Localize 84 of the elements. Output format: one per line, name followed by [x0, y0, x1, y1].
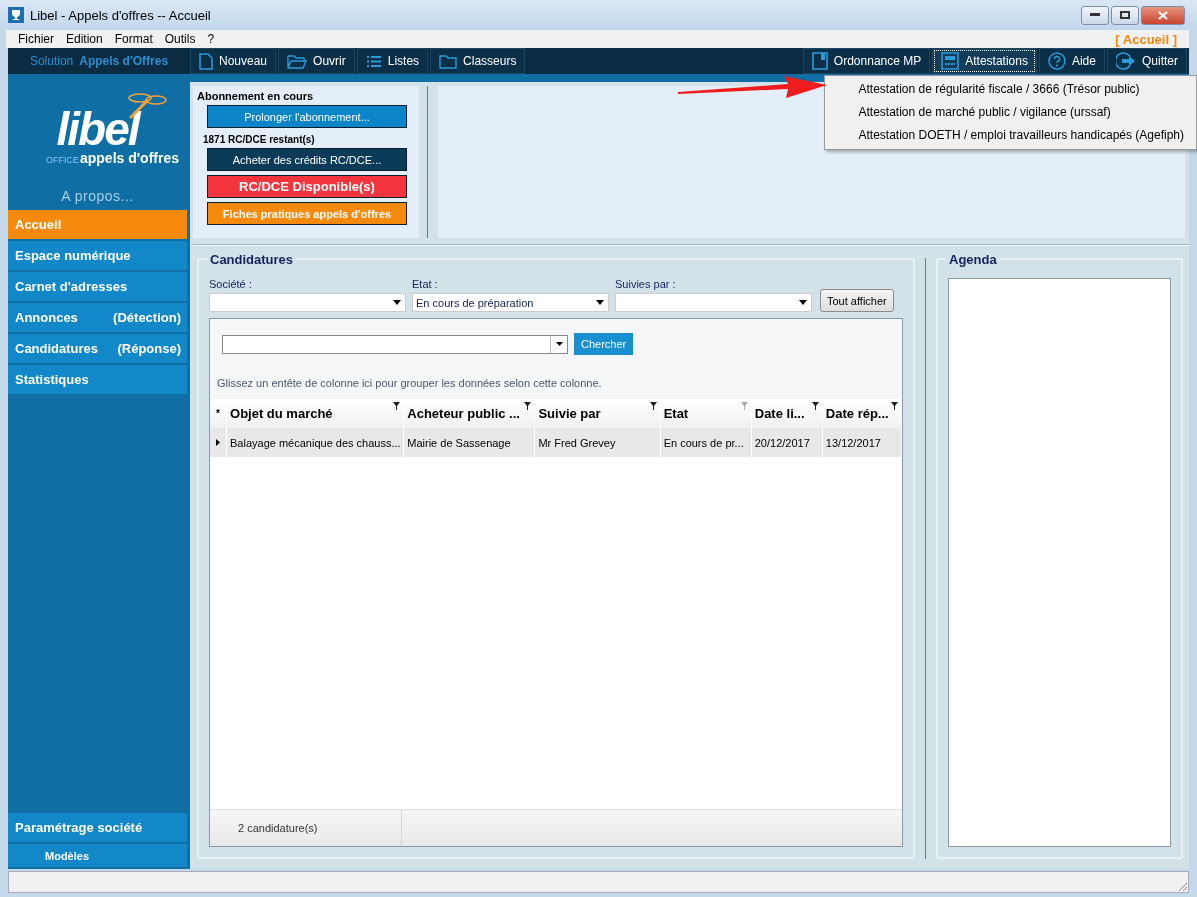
menu-item[interactable]: Format: [108, 32, 159, 46]
solution-name: Appels d'Offres: [79, 54, 169, 68]
book-icon: [811, 52, 828, 70]
filter-label: Suivies par :: [615, 278, 677, 290]
filter-icon[interactable]: [811, 402, 819, 410]
toolbar-button[interactable]: Nouveau: [190, 48, 277, 74]
restore-icon: [1120, 11, 1130, 19]
filter-label: Etat :: [412, 278, 439, 290]
trophy-icon: [8, 7, 24, 23]
toolbar-button[interactable]: Aide: [1038, 48, 1105, 74]
search-field[interactable]: [222, 334, 568, 354]
maximize-button[interactable]: [1111, 5, 1139, 25]
close-button[interactable]: [1141, 5, 1185, 25]
show-all-button[interactable]: Tout afficher: [820, 289, 894, 312]
document-icon: [199, 52, 213, 70]
filter-icon[interactable]: [891, 402, 898, 410]
filter-icon[interactable]: [649, 402, 657, 410]
exit-icon: [1116, 52, 1136, 70]
sidebar-item[interactable]: Candidatures (Réponse): [8, 334, 187, 365]
toolbar-button[interactable]: Quitter: [1107, 48, 1187, 74]
caret-icon: [393, 300, 401, 305]
table-cell: 20/12/2017: [751, 428, 823, 457]
logo-prefix: OFFICE: [46, 155, 79, 165]
filter-icon[interactable]: [393, 402, 401, 410]
sidebar-item[interactable]: Annonces (Détection): [8, 303, 187, 334]
logo-tagline: appels d'offres: [80, 150, 179, 166]
close-icon: [1158, 10, 1168, 20]
sidebar-item[interactable]: Statistiques: [8, 365, 187, 396]
sidebar-item[interactable]: Espace numérique: [8, 241, 187, 272]
column-header[interactable]: Objet du marché: [226, 399, 404, 428]
sidebar-item[interactable]: Modèles: [8, 844, 187, 869]
menu-item[interactable]: ?: [201, 32, 221, 46]
action-button[interactable]: RC/DCE Disponible(s): [207, 175, 407, 198]
toolbar-button[interactable]: Ouvrir: [278, 48, 355, 74]
folder-icon: [439, 53, 458, 69]
folder-icon: [287, 53, 308, 69]
logo-wordmark: libel: [56, 106, 139, 152]
minimize-button[interactable]: [1081, 5, 1109, 25]
window-title: Libel - Appels d'offres -- Accueil: [30, 7, 212, 23]
minimize-icon: [1090, 13, 1100, 17]
action-button[interactable]: Acheter des crédits RC/DCE...: [207, 148, 407, 171]
table-cell: 13/12/2017: [822, 428, 902, 457]
list-icon: [365, 54, 382, 68]
table-cell: Mr Fred Grevey: [534, 428, 661, 457]
table-cell: Mairie de Sassenage: [403, 428, 535, 457]
table-cell: En cours de pr...: [660, 428, 752, 457]
help-icon: [1047, 52, 1066, 70]
menu-item[interactable]: Fichier: [12, 32, 60, 46]
sidebar-item[interactable]: Paramétrage société: [8, 813, 187, 844]
menu-item[interactable]: Attestation DOETH / emploi travailleurs handicapés (Agefiph): [824, 124, 1196, 147]
filter-label: Société :: [209, 278, 253, 290]
table-cell: Balayage mécanique des chauss...: [226, 428, 404, 457]
menu-item[interactable]: Edition: [60, 32, 109, 46]
menu-item[interactable]: Attestation de régularité fiscale / 3666 (Trésor public): [824, 78, 1196, 101]
column-header[interactable]: Date li...: [751, 399, 823, 428]
caret-icon: [596, 300, 604, 305]
column-header[interactable]: Suivie par: [534, 399, 661, 428]
record-count: 2 candidature(s): [238, 822, 318, 834]
group-title: Candidatures: [207, 252, 297, 267]
panel-title: Abonnement en cours: [197, 90, 315, 102]
credits-remaining: 1871 RC/DCE restant(s): [203, 134, 316, 145]
form-icon: [941, 52, 960, 70]
column-header[interactable]: Etat: [660, 399, 752, 428]
menu-item[interactable]: Outils: [158, 32, 202, 46]
toolbar-button[interactable]: Classeurs: [430, 48, 526, 74]
solution-label: Solution: [29, 54, 74, 68]
sidebar-item[interactable]: Carnet d'adresses: [8, 272, 187, 303]
filter-icon[interactable]: [524, 402, 532, 410]
toolbar-button[interactable]: Ordonnance MP: [802, 48, 931, 74]
caret-icon: [555, 342, 563, 346]
breadcrumb: [ Accueil ]: [1114, 31, 1178, 47]
group-title: Agenda: [946, 252, 1000, 267]
toolbar-button[interactable]: Listes: [356, 48, 429, 74]
toolbar-button[interactable]: Attestations: [932, 48, 1037, 74]
table-row[interactable]: Balayage mécanique des chauss... Mairie de Sassenage Mr Fred Grevey En cours de pr... 20/12/2017 13/12/2017: [210, 428, 902, 457]
menu-item[interactable]: Attestation de marché public / vigilance (urssaf): [824, 101, 1196, 124]
resize-grip-icon[interactable]: [1178, 882, 1188, 892]
column-header[interactable]: Acheteur public ...: [403, 399, 535, 428]
row-indicator-icon: [216, 439, 220, 446]
search-button[interactable]: Chercher: [574, 333, 634, 355]
column-header[interactable]: Date rép...: [822, 399, 902, 428]
action-button[interactable]: Prolonger l'abonnement...: [207, 105, 407, 128]
caret-icon: [799, 300, 807, 305]
filter-dropdown[interactable]: En cours de préparation: [412, 293, 609, 312]
